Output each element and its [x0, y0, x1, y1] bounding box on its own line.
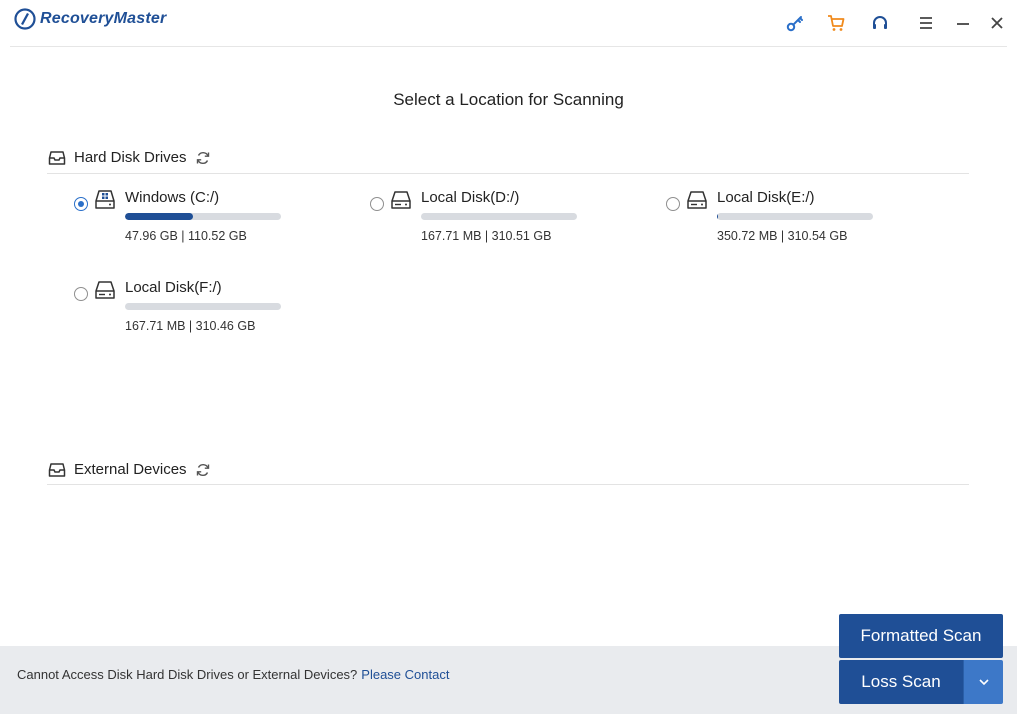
footer-message-row: Cannot Access Disk Hard Disk Drives or E…: [17, 667, 449, 682]
disk-name: Windows (C:/): [125, 189, 220, 206]
disk-usage-fill: [125, 213, 193, 220]
disk-usage-bar: [125, 303, 281, 310]
disk-item-c[interactable]: Windows (C:/) 47.96 GB | 110.52 GB: [74, 189, 334, 259]
disk-radio-d[interactable]: [370, 197, 384, 211]
disk-name: Local Disk(D:/): [421, 189, 520, 206]
hard-disk-section-header: Hard Disk Drives: [48, 149, 211, 166]
disk-usage-bar: [717, 213, 873, 220]
hard-drive-icon: [391, 191, 411, 209]
disk-radio-e[interactable]: [666, 197, 680, 211]
disk-item-d[interactable]: Local Disk(D:/) 167.71 MB | 310.51 GB: [370, 189, 630, 259]
app-name: RecoveryMaster: [40, 10, 167, 27]
hard-disk-section-label: Hard Disk Drives: [74, 149, 187, 166]
title-divider: [10, 46, 1007, 47]
page-title: Select a Location for Scanning: [393, 90, 624, 109]
disk-radio-c[interactable]: [74, 197, 88, 211]
drive-tray-icon: [48, 462, 66, 477]
headset-icon[interactable]: [869, 12, 891, 34]
logo-icon: [14, 8, 36, 30]
hard-disk-section-divider: [47, 173, 969, 174]
disk-radio-f[interactable]: [74, 287, 88, 301]
footer-message: Cannot Access Disk Hard Disk Drives or E…: [17, 667, 358, 682]
key-icon[interactable]: [784, 12, 806, 34]
scan-options-dropdown[interactable]: [963, 660, 1003, 704]
refresh-icon[interactable]: [195, 462, 211, 478]
minimize-icon[interactable]: [952, 12, 974, 34]
disk-item-e[interactable]: Local Disk(E:/) 350.72 MB | 310.54 GB: [666, 189, 926, 259]
title-bar: RecoveryMaster: [0, 0, 1017, 46]
disk-name: Local Disk(F:/): [125, 279, 222, 296]
windows-drive-icon: [95, 190, 115, 209]
disk-size: 167.71 MB | 310.46 GB: [125, 319, 256, 333]
close-icon[interactable]: [986, 12, 1008, 34]
formatted-scan-button[interactable]: Formatted Scan: [839, 614, 1003, 658]
disk-usage-bar: [421, 213, 577, 220]
loss-scan-button[interactable]: Loss Scan: [839, 660, 963, 704]
disk-size: 167.71 MB | 310.51 GB: [421, 229, 552, 243]
app-logo: RecoveryMaster: [14, 8, 166, 30]
refresh-icon[interactable]: [195, 150, 211, 166]
cart-icon[interactable]: [825, 12, 847, 34]
disk-size: 350.72 MB | 310.54 GB: [717, 229, 848, 243]
hard-drive-icon: [95, 281, 115, 299]
menu-icon[interactable]: [915, 12, 937, 34]
contact-link[interactable]: Please Contact: [361, 667, 449, 682]
external-devices-section-divider: [47, 484, 969, 485]
external-devices-section-label: External Devices: [74, 461, 187, 478]
chevron-down-icon: [978, 679, 989, 686]
disk-name: Local Disk(E:/): [717, 189, 815, 206]
external-devices-section-header: External Devices: [48, 461, 211, 478]
hard-drive-icon: [687, 191, 707, 209]
drive-tray-icon: [48, 150, 66, 165]
disk-usage-bar: [125, 213, 281, 220]
disk-item-f[interactable]: Local Disk(F:/) 167.71 MB | 310.46 GB: [74, 279, 334, 349]
disk-size: 47.96 GB | 110.52 GB: [125, 229, 247, 243]
